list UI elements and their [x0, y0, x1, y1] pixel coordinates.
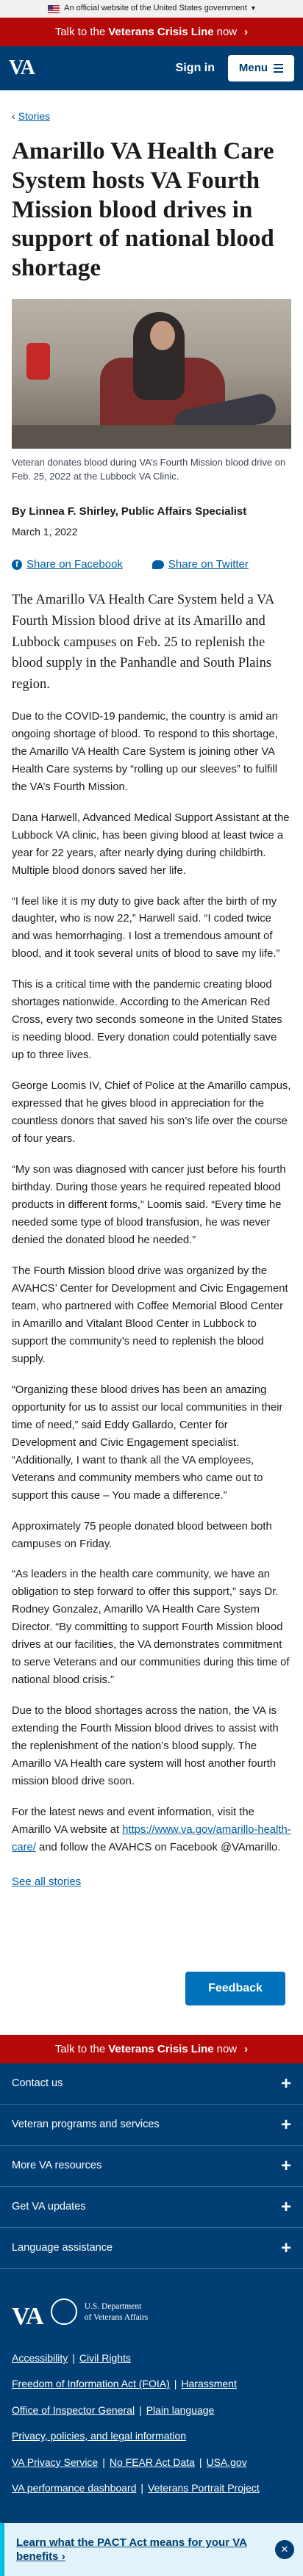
sign-in-link[interactable]: Sign in [176, 59, 215, 78]
chevron-left-icon: ‹ [12, 110, 18, 122]
footer-link[interactable]: Accessibility [12, 2352, 68, 2364]
article-paragraph: “I feel like it is my duty to give back … [12, 895, 280, 960]
feedback-button[interactable]: Feedback [185, 1972, 285, 2006]
breadcrumb-stories-link[interactable]: Stories [18, 110, 51, 122]
footer-accordion-veteran-programs[interactable]: Veteran programs and services + [0, 2105, 303, 2146]
plus-icon: + [280, 2196, 291, 2217]
article-paragraph: George Loomis IV, Chief of Police at the… [12, 1080, 291, 1146]
twitter-icon [152, 560, 164, 570]
chevron-right-icon: › [244, 25, 249, 38]
publish-date: March 1, 2022 [12, 526, 78, 538]
chevron-right-icon: › [61, 2550, 65, 2564]
plus-icon: + [280, 2237, 291, 2258]
crisis-line-footer-banner[interactable]: Talk to the Veterans Crisis Line now › [0, 2035, 303, 2064]
footer-link[interactable]: Freedom of Information Act (FOIA) [12, 2378, 170, 2389]
article-paragraph: The Fourth Mission blood drive was organ… [12, 1265, 288, 1365]
official-gov-banner[interactable]: An official website of the United States… [0, 0, 303, 18]
site-footer: Contact us + Veteran programs and service… [0, 2063, 303, 2524]
hero-image [12, 299, 291, 449]
share-facebook-label: Share on Facebook [26, 558, 123, 571]
menu-button[interactable]: Menu [228, 55, 294, 82]
article-paragraph: “Organizing these blood drives has been … [12, 1383, 283, 1502]
share-links: f Share on Facebook Share on Twitter [12, 556, 291, 574]
gov-banner-text: An official website of the United States… [64, 4, 247, 13]
article-paragraph: This is a critical time with the pandemi… [12, 979, 282, 1062]
article-paragraph: “My son was diagnosed with cancer just b… [12, 1164, 286, 1246]
pact-act-banner: Learn what the PACT Act means for your V… [0, 2523, 303, 2576]
chevron-down-icon: ▾ [251, 4, 255, 12]
footer-link[interactable]: VA performance dashboard [12, 2482, 136, 2494]
footer-accordion-get-updates[interactable]: Get VA updates + [0, 2187, 303, 2229]
menu-label: Menu [238, 62, 268, 74]
crisis-prefix: Talk to the [54, 2042, 106, 2055]
footer-va-logo[interactable]: VA [12, 2297, 44, 2337]
plus-icon: + [280, 2155, 291, 2176]
chevron-right-icon: › [244, 2042, 249, 2055]
article-lead: The Amarillo VA Health Care System held … [12, 593, 274, 692]
crisis-line-banner[interactable]: Talk to the Veterans Crisis Line now › [0, 18, 303, 46]
crisis-suffix: now [216, 2042, 238, 2055]
footer-link[interactable]: Office of Inspector General [12, 2404, 135, 2416]
site-header: VA Sign in Menu [0, 46, 303, 90]
image-caption: Veteran donates blood during VA’s Fourth… [12, 457, 286, 482]
footer-link[interactable]: Privacy, policies, and legal information [12, 2430, 186, 2442]
crisis-bold: Veterans Crisis Line [108, 25, 214, 38]
share-twitter-link[interactable]: Share on Twitter [152, 556, 249, 574]
crisis-suffix: now [216, 25, 238, 38]
footer-links: Accessibility | Civil Rights Freedom of In… [12, 2352, 260, 2494]
va-seal-icon [50, 2298, 77, 2326]
us-flag-icon [48, 4, 60, 13]
footer-accordion-more-resources[interactable]: More VA resources + [0, 2146, 303, 2188]
footer-link[interactable]: Civil Rights [79, 2352, 131, 2364]
article-paragraph: “As leaders in the health care community… [12, 1569, 290, 1687]
crisis-prefix: Talk to the [54, 25, 106, 38]
va-logo[interactable]: VA [9, 52, 35, 85]
footer-link[interactable]: USA.gov [206, 2456, 246, 2468]
footer-accordion-language-assistance[interactable]: Language assistance + [0, 2228, 303, 2270]
article-paragraph: Approximately 75 people donated blood be… [12, 1520, 272, 1550]
see-all-stories-link[interactable]: See all stories [12, 1875, 81, 1888]
share-facebook-link[interactable]: f Share on Facebook [12, 556, 123, 574]
footer-brand: VA U.S. Department of Veterans Affairs [0, 2269, 303, 2350]
footer-link[interactable]: No FEAR Act Data [110, 2456, 195, 2468]
share-twitter-label: Share on Twitter [168, 558, 249, 571]
plus-icon: + [280, 2114, 291, 2135]
facebook-icon: f [12, 560, 22, 571]
article-paragraph: Due to the COVID-19 pandemic, the countr… [12, 710, 278, 793]
hamburger-icon [274, 64, 284, 73]
pact-act-link[interactable]: Learn what the PACT Act means for your V… [16, 2536, 247, 2564]
crisis-bold: Veterans Crisis Line [108, 2042, 214, 2055]
breadcrumb: ‹ Stories [12, 108, 291, 124]
close-icon[interactable]: ✕ [275, 2540, 294, 2560]
page-title: Amarillo VA Health Care System hosts VA … [12, 138, 274, 281]
footer-link[interactable]: Veterans Portrait Project [148, 2482, 260, 2494]
article-paragraph: Dana Harwell, Advanced Medical Support A… [12, 811, 290, 877]
footer-accordion-contact-us[interactable]: Contact us + [0, 2063, 303, 2105]
byline: By Linnea F. Shirley, Public Affairs Spe… [12, 505, 247, 518]
department-name: U.S. Department of Veterans Affairs [84, 2302, 149, 2322]
article-paragraph-last: For the latest news and event informatio… [12, 1806, 291, 1854]
article-paragraph: Due to the blood shortages across the na… [12, 1705, 279, 1788]
footer-link[interactable]: Plain language [146, 2404, 215, 2416]
article-body: Due to the COVID-19 pandemic, the countr… [12, 709, 291, 1857]
footer-link[interactable]: Harassment [181, 2378, 236, 2389]
footer-link[interactable]: VA Privacy Service [12, 2456, 98, 2468]
plus-icon: + [280, 2073, 291, 2094]
